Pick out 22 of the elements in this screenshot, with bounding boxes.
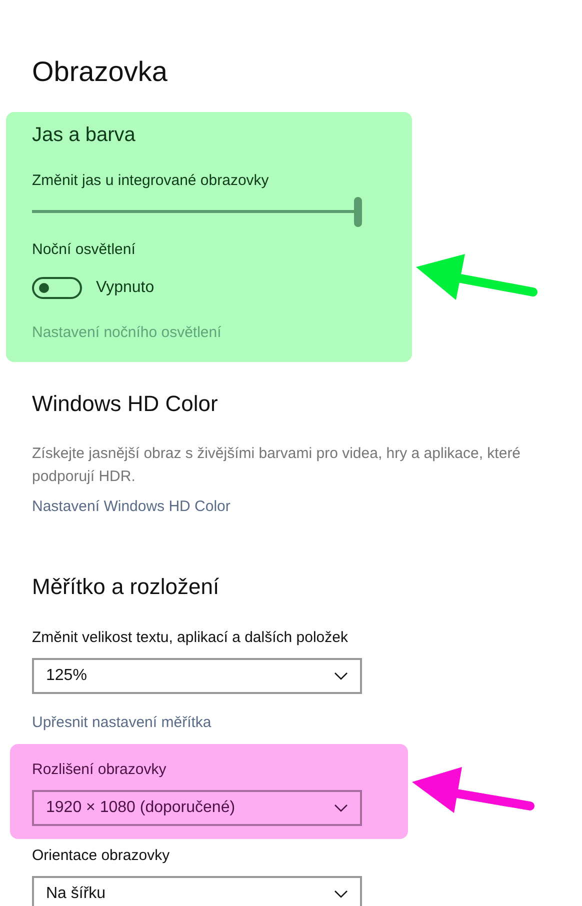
slider-label: Změnit jas u integrované obrazovky xyxy=(32,171,269,191)
dropdown[interactable]: 125% xyxy=(32,658,362,694)
section-heading: Jas a barva xyxy=(32,123,136,148)
field-label: Rozlišení obrazovky xyxy=(32,760,166,780)
slider-track[interactable] xyxy=(32,197,362,227)
page-title: Obrazovka xyxy=(32,55,168,89)
night-light-label: Noční osvětlení xyxy=(32,240,136,260)
hd-color-settings-link[interactable]: Nastavení Windows HD Color xyxy=(32,496,230,518)
chevron-down-icon xyxy=(334,890,348,898)
chevron-down-icon xyxy=(334,672,348,680)
dropdown[interactable]: Na šířku xyxy=(32,876,362,906)
field-label: Orientace obrazovky xyxy=(32,846,170,866)
advanced-scaling-link[interactable]: Upřesnit nastavení měřítka xyxy=(32,712,212,734)
field-label: Změnit velikost textu, aplikací a dalších položek xyxy=(32,628,348,648)
toggle-switch[interactable] xyxy=(32,277,82,299)
section-heading: Měřítko a rozložení xyxy=(32,572,220,600)
section-heading: Windows HD Color xyxy=(32,390,219,418)
dropdown[interactable]: 1920 × 1080 (doporučené) xyxy=(32,790,362,826)
slider-thumb[interactable] xyxy=(354,197,362,227)
toggle-state-label: Vypnuto xyxy=(96,278,154,298)
chevron-down-icon xyxy=(334,804,348,812)
description-text: Získejte jasnější obraz s živějšími barvami pro videa, hry a aplikace, které podporují HDR. xyxy=(32,444,522,487)
